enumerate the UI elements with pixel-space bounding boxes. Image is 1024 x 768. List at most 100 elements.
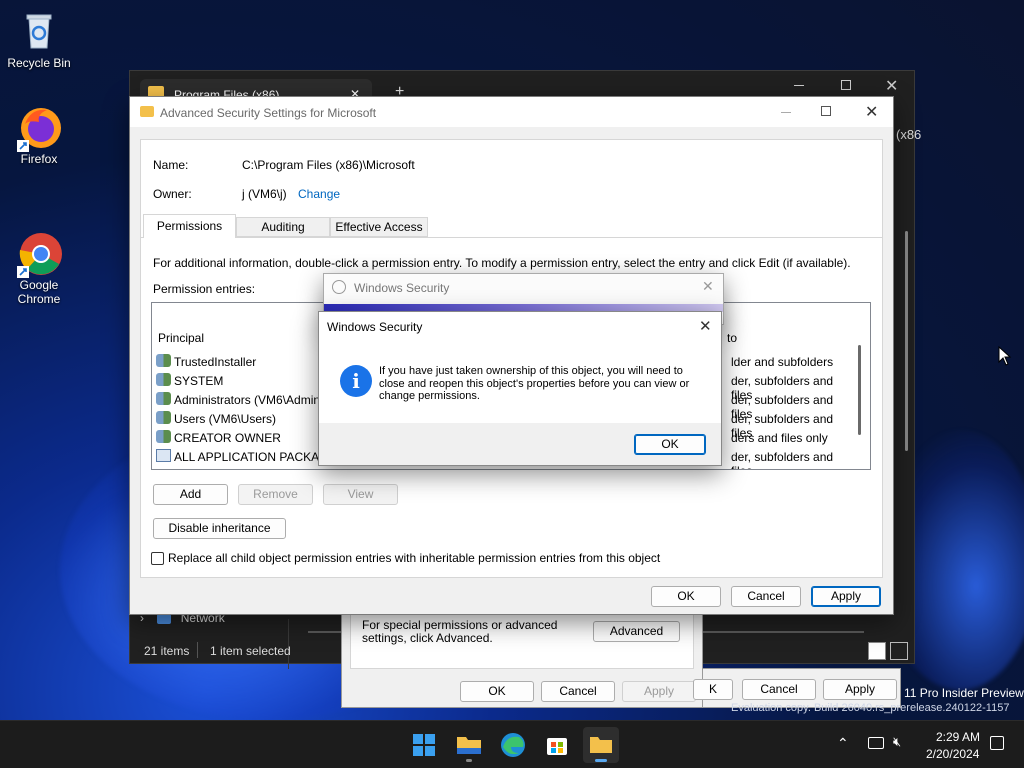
folder-icon	[457, 737, 481, 754]
tab-effective-access[interactable]: Effective Access	[330, 217, 428, 237]
windows-logo-icon	[413, 734, 435, 756]
volume-muted-icon[interactable]: 🔇︎	[893, 734, 901, 750]
close-icon[interactable]: ✕	[699, 317, 712, 335]
close-icon[interactable]: ✕	[702, 278, 714, 295]
tab-label: Permissions	[156, 219, 223, 233]
maximize-icon[interactable]	[821, 106, 831, 116]
properties2-ok-button[interactable]: K	[693, 679, 733, 700]
replace-child-label: Replace all child object permission entr…	[168, 551, 661, 565]
tab-label: Effective Access	[335, 220, 423, 234]
name-value: C:\Program Files (x86)\Microsoft	[242, 158, 415, 172]
properties-cancel-button[interactable]: Cancel	[541, 681, 615, 702]
notifications-icon[interactable]	[990, 736, 1004, 750]
users-group-icon	[156, 411, 171, 424]
desktop-icon-label: Google Chrome	[17, 278, 61, 306]
view-button[interactable]: View	[323, 484, 398, 505]
apply-button[interactable]: Apply	[811, 586, 881, 607]
chevron-up-icon[interactable]: ⌃	[837, 735, 849, 752]
users-group-icon	[156, 354, 171, 367]
close-icon[interactable]: ✕	[885, 76, 898, 96]
properties2-cancel-button[interactable]: Cancel	[742, 679, 816, 700]
taskbar-store[interactable]	[539, 727, 575, 763]
info-text: For additional information, double-click…	[153, 256, 851, 270]
row-principal: SYSTEM	[174, 374, 224, 388]
desktop-icon-recycle-bin[interactable]: Recycle Bin	[1, 8, 77, 70]
status-item-count: 21 items	[144, 644, 190, 658]
status-selected-count: 1 item selected	[210, 644, 291, 658]
advanced-note: For special permissions or advanced sett…	[362, 618, 558, 645]
taskbar-file-explorer-active[interactable]	[583, 727, 619, 763]
folder-icon	[590, 737, 612, 753]
info-icon: i	[340, 365, 372, 397]
chrome-icon	[17, 216, 62, 278]
tab-permissions[interactable]: Permissions	[143, 214, 236, 238]
progress-dialog-title: Windows Security	[354, 281, 450, 295]
properties-ok-button[interactable]: OK	[460, 681, 534, 702]
change-owner-link[interactable]: Change	[298, 187, 340, 201]
message-box-title-bar[interactable]: Windows Security ✕	[319, 312, 721, 341]
ok-button[interactable]: OK	[651, 586, 721, 607]
store-icon	[547, 738, 567, 755]
network-icon	[157, 613, 172, 624]
app-package-icon	[156, 449, 171, 462]
tab-auditing[interactable]: Auditing	[236, 217, 330, 237]
owner-value: j (VM6\j)	[242, 187, 287, 201]
watermark-line-1: 11 Pro Insider Preview	[904, 686, 1024, 700]
tab-label: Auditing	[261, 220, 305, 234]
recycle-bin-icon	[17, 8, 61, 52]
windows-security-message-box: Windows Security ✕ i If you have just ta…	[318, 311, 722, 466]
remove-button[interactable]: Remove	[238, 484, 313, 505]
close-icon[interactable]: ✕	[865, 102, 878, 122]
title-bar[interactable]: Advanced Security Settings for Microsoft…	[130, 97, 893, 127]
status-divider	[197, 642, 198, 658]
clock-time[interactable]: 2:29 AM	[936, 730, 980, 744]
users-group-icon	[156, 373, 171, 386]
minimize-icon[interactable]	[794, 85, 804, 86]
message-box-body: i If you have just taken ownership of th…	[319, 341, 721, 423]
message-ok-button[interactable]: OK	[634, 434, 706, 455]
permission-entries-label: Permission entries:	[153, 282, 256, 296]
column-principal[interactable]: Principal	[158, 331, 204, 345]
folder-icon	[140, 106, 154, 117]
column-applies-to[interactable]: to	[727, 331, 737, 345]
watermark-line-2: Evaluation copy. Build 26040.rs_prerelea…	[731, 702, 1010, 714]
window-title: Advanced Security Settings for Microsoft	[160, 106, 377, 120]
desktop-icon-firefox[interactable]: Firefox	[1, 104, 77, 166]
row-applies-to: der, subfolders and files	[731, 450, 834, 469]
desktop-icon-chrome[interactable]: Google Chrome	[1, 202, 77, 320]
network-status-icon[interactable]	[868, 737, 884, 749]
row-principal: TrustedInstaller	[174, 355, 257, 369]
row-principal: Administrators (VM6\Admin	[174, 393, 321, 407]
add-button[interactable]: Add	[153, 484, 228, 505]
list-scrollbar[interactable]	[857, 327, 863, 439]
properties-dialog: For special permissions or advanced sett…	[341, 612, 703, 708]
taskbar-edge[interactable]	[495, 727, 531, 763]
desktop-icon-label: Firefox	[20, 152, 58, 166]
message-text: If you have just taken ownership of this…	[379, 365, 690, 402]
row-applies-to: lder and subfolders	[731, 355, 834, 369]
properties2-apply-button[interactable]: Apply	[823, 679, 897, 700]
tiles-view-icon[interactable]	[890, 642, 908, 660]
maximize-icon[interactable]	[841, 80, 851, 90]
desktop-icon-label: Recycle Bin	[7, 56, 71, 70]
owner-label: Owner:	[153, 187, 192, 201]
advanced-button[interactable]: Advanced	[593, 621, 680, 642]
details-view-icon[interactable]	[868, 642, 886, 660]
taskbar: ⌃ 🔇︎ 2:29 AM 2/20/2024	[0, 720, 1024, 768]
properties-apply-button[interactable]: Apply	[622, 681, 696, 702]
cancel-button[interactable]: Cancel	[731, 586, 801, 607]
users-group-icon	[156, 430, 171, 443]
explorer-scrollbar[interactable]	[905, 231, 908, 451]
edge-icon	[501, 733, 525, 757]
name-label: Name:	[153, 158, 189, 172]
clock-date[interactable]: 2/20/2024	[926, 747, 979, 761]
taskbar-file-explorer[interactable]	[451, 727, 487, 763]
row-principal: Users (VM6\Users)	[174, 412, 277, 426]
minimize-icon[interactable]	[781, 112, 791, 113]
start-button[interactable]	[406, 727, 442, 763]
row-principal: CREATOR OWNER	[174, 431, 281, 445]
replace-child-checkbox[interactable]	[151, 552, 164, 565]
address-partial-text: (x86	[896, 127, 922, 142]
disable-inheritance-button[interactable]: Disable inheritance	[153, 518, 286, 539]
users-group-icon	[156, 392, 171, 405]
